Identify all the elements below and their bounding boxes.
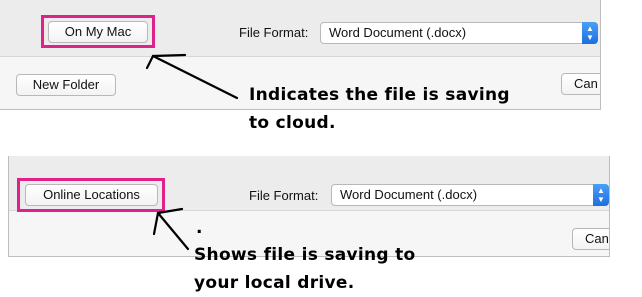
- annotation-line: your local drive.: [194, 273, 355, 293]
- annotation-local: Shows file is saving to your local drive…: [194, 241, 416, 297]
- annotation-dot: .: [196, 218, 203, 238]
- annotation-line: Shows file is saving to: [194, 245, 416, 265]
